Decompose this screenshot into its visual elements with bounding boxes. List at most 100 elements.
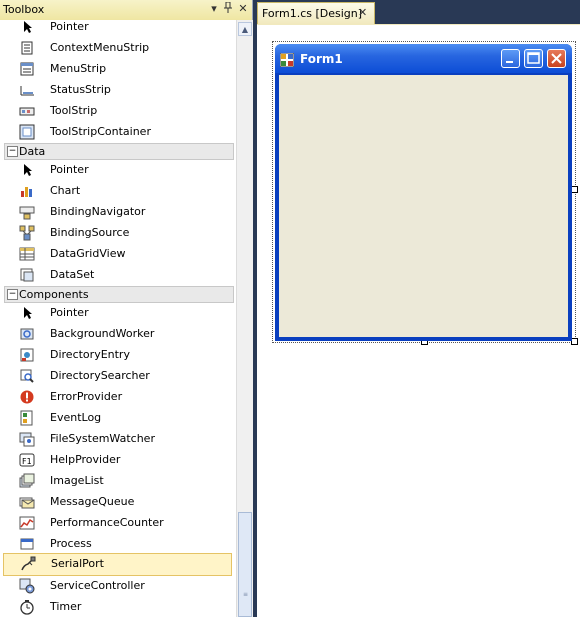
message-queue-icon	[19, 494, 35, 510]
serial-port-icon	[20, 556, 36, 572]
image-list-icon	[19, 473, 35, 489]
toolbox-item-dataset[interactable]: DataSet	[0, 264, 234, 285]
toolbox-item-label: DataGridView	[50, 247, 126, 260]
close-icon[interactable]: ✕	[236, 2, 250, 16]
toolbox-item-performancecounter[interactable]: PerformanceCounter	[0, 512, 234, 533]
toolbox-item-label: BackgroundWorker	[50, 327, 155, 340]
resize-handle-right[interactable]	[571, 186, 578, 193]
binding-source-icon	[19, 225, 35, 241]
toolbox-item-label: HelpProvider	[50, 453, 121, 466]
binding-navigator-icon	[19, 204, 35, 220]
toolbox-item-label: StatusStrip	[50, 83, 111, 96]
toolbox-panel: Toolbox ▾ ✕ Pointer ContextMenuStrip Men…	[0, 0, 253, 617]
toolbox-item-label: Timer	[50, 600, 82, 613]
toolbox-item-label: DirectoryEntry	[50, 348, 130, 361]
context-menu-strip-icon	[19, 40, 35, 56]
tool-strip-icon	[19, 103, 35, 119]
toolbox-title: Toolbox	[3, 3, 45, 16]
toolbox-list: Pointer ContextMenuStrip MenuStrip Statu…	[0, 20, 236, 617]
toolbox-item-label: ErrorProvider	[50, 390, 123, 403]
toolbox-item-label: Process	[50, 537, 92, 550]
directory-searcher-icon	[19, 368, 35, 384]
design-surface[interactable]: Form1	[257, 25, 580, 617]
toolbox-item-chart[interactable]: Chart	[0, 180, 234, 201]
tool-strip-container-icon	[19, 124, 35, 140]
toolbox-item-label: ToolStrip	[50, 104, 98, 117]
pointer-icon	[19, 305, 35, 321]
toolbox-item-label: BindingNavigator	[50, 205, 146, 218]
category-label: Data	[19, 145, 46, 158]
error-provider-icon	[19, 389, 35, 405]
toolbox-item-directoryentry[interactable]: DirectoryEntry	[0, 344, 234, 365]
toolbox-item-statusstrip[interactable]: StatusStrip	[0, 79, 234, 100]
toolbox-item-label: FileSystemWatcher	[50, 432, 155, 445]
toolbox-scrollbar[interactable]: ▲ ≡	[236, 20, 253, 617]
dropdown-icon[interactable]: ▾	[207, 2, 221, 16]
chart-icon	[19, 183, 35, 199]
minimize-button[interactable]	[501, 49, 520, 68]
help-provider-icon: F1	[19, 452, 35, 468]
file-system-watcher-icon	[19, 431, 35, 447]
designer-area: Form1.cs [Design] ✕ Form1	[257, 0, 580, 617]
category-header-components[interactable]: − Components	[4, 286, 234, 303]
background-worker-icon	[19, 326, 35, 342]
toolbox-item-menustrip[interactable]: MenuStrip	[0, 58, 234, 79]
toolbox-item-errorprovider[interactable]: ErrorProvider	[0, 386, 234, 407]
menu-strip-icon	[19, 61, 35, 77]
toolbox-item-label: DataSet	[50, 268, 95, 281]
dataset-icon	[19, 267, 35, 283]
toolbox-item-label: MessageQueue	[50, 495, 135, 508]
toolbox-item-label: ToolStripContainer	[50, 125, 151, 138]
toolbox-item-helpprovider[interactable]: F1 HelpProvider	[0, 449, 234, 470]
pin-icon[interactable]	[221, 1, 235, 16]
toolbox-item-label: ServiceController	[50, 579, 145, 592]
toolbox-item-imagelist[interactable]: ImageList	[0, 470, 234, 491]
tab-close-icon[interactable]: ✕	[358, 6, 367, 19]
collapse-icon[interactable]: −	[7, 289, 18, 300]
form-window[interactable]: Form1	[275, 44, 572, 341]
toolbox-item-timer[interactable]: Timer	[0, 596, 234, 617]
process-icon	[19, 536, 35, 552]
service-controller-icon	[19, 578, 35, 594]
toolbox-item-bindingnavigator[interactable]: BindingNavigator	[0, 201, 234, 222]
pointer-icon	[19, 162, 35, 178]
tab-form1-design[interactable]: Form1.cs [Design] ✕	[257, 2, 375, 24]
toolbox-item-label: Pointer	[50, 163, 89, 176]
collapse-icon[interactable]: −	[7, 146, 18, 157]
toolbox-item-pointer[interactable]: Pointer	[0, 20, 234, 37]
toolbox-item-filesystemwatcher[interactable]: FileSystemWatcher	[0, 428, 234, 449]
toolbox-item-serialport[interactable]: SerialPort	[3, 553, 232, 576]
scroll-thumb[interactable]: ≡	[238, 512, 252, 617]
category-header-data[interactable]: − Data	[4, 143, 234, 160]
close-button[interactable]	[547, 49, 566, 68]
form-client-area[interactable]	[279, 75, 568, 337]
toolbox-item-label: BindingSource	[50, 226, 130, 239]
toolbox-item-messagequeue[interactable]: MessageQueue	[0, 491, 234, 512]
category-label: Components	[19, 288, 89, 301]
performance-counter-icon	[19, 515, 35, 531]
toolbox-item-toolstrip[interactable]: ToolStrip	[0, 100, 234, 121]
maximize-button[interactable]	[524, 49, 543, 68]
directory-entry-icon	[19, 347, 35, 363]
toolbox-item-eventlog[interactable]: EventLog	[0, 407, 234, 428]
pointer-icon	[19, 20, 35, 35]
svg-text:F1: F1	[22, 457, 32, 466]
document-tab-strip: Form1.cs [Design] ✕	[257, 0, 580, 24]
toolbox-item-servicecontroller[interactable]: ServiceController	[0, 575, 234, 596]
toolbox-item-bindingsource[interactable]: BindingSource	[0, 222, 234, 243]
status-strip-icon	[19, 82, 35, 98]
toolbox-item-process[interactable]: Process	[0, 533, 234, 554]
scroll-up-button[interactable]: ▲	[238, 22, 252, 36]
toolbox-item-pointer[interactable]: Pointer	[0, 159, 234, 180]
toolbox-item-toolstripcontainer[interactable]: ToolStripContainer	[0, 121, 234, 142]
toolbox-item-contextmenustrip[interactable]: ContextMenuStrip	[0, 37, 234, 58]
toolbox-item-directorysearcher[interactable]: DirectorySearcher	[0, 365, 234, 386]
toolbox-item-datagridview[interactable]: DataGridView	[0, 243, 234, 264]
data-grid-view-icon	[19, 246, 35, 262]
resize-handle-corner[interactable]	[571, 338, 578, 345]
toolbox-item-pointer[interactable]: Pointer	[0, 302, 234, 323]
form-title-bar[interactable]: Form1	[275, 44, 572, 73]
toolbox-item-backgroundworker[interactable]: BackgroundWorker	[0, 323, 234, 344]
timer-icon	[19, 599, 35, 615]
form-icon	[279, 52, 295, 68]
